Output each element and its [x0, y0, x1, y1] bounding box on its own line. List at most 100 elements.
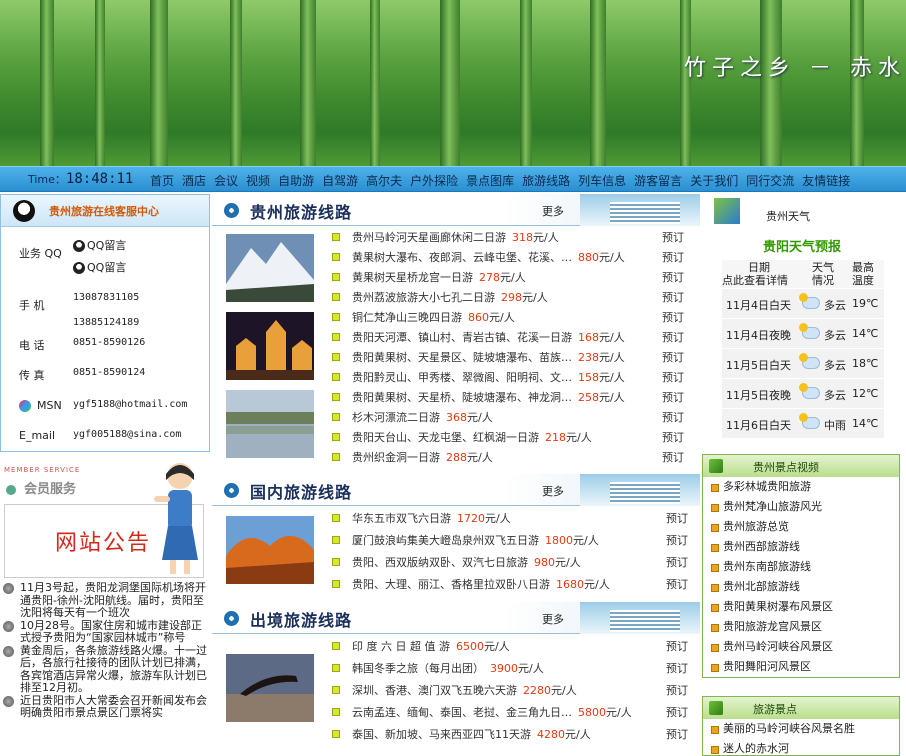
- spot-link[interactable]: 迷人的赤水河: [703, 739, 899, 755]
- news-item[interactable]: 黄金周后，各条旅游线路火爆。十一过后，各旅行社接待的团队计划已排满，各宾馆酒店异…: [0, 644, 210, 695]
- trip-link[interactable]: 铜仁梵净山三晚四日游 860元/人: [352, 308, 515, 328]
- book-link[interactable]: 预订: [662, 428, 684, 448]
- book-link[interactable]: 预订: [662, 308, 684, 328]
- video-link[interactable]: 贵州梵净山旅游风光: [703, 497, 899, 517]
- news-item[interactable]: 10月28号。国家住房和城市建设部正式授予贵阳为“国家园林城市”称号: [0, 619, 210, 645]
- weather-date[interactable]: 11月4日夜晚: [726, 327, 791, 343]
- weather-detail-link[interactable]: 点此查看详情: [722, 274, 788, 287]
- book-link[interactable]: 预订: [662, 248, 684, 268]
- book-link[interactable]: 预订: [666, 508, 688, 530]
- nav-item[interactable]: 自助游: [278, 172, 314, 189]
- nav-item[interactable]: 高尔夫: [366, 172, 402, 189]
- weather-date[interactable]: 11月6日白天: [726, 417, 791, 433]
- trip-row: 铜仁梵净山三晚四日游 860元/人 预订: [332, 308, 692, 328]
- trip-link[interactable]: 贵阳天河潭、镇山村、青岩古镇、花溪一日游 168元/人: [352, 328, 625, 348]
- trip-link[interactable]: 泰国、新加坡、马来西亚四飞11天游 4280元/人: [352, 724, 591, 746]
- trip-link[interactable]: 贵州织金洞一日游 288元/人: [352, 448, 493, 468]
- member-service-title[interactable]: 会员服务: [24, 482, 76, 497]
- more-link[interactable]: 更多: [542, 203, 564, 219]
- book-link[interactable]: 预订: [662, 388, 684, 408]
- news-item[interactable]: 近日贵阳市人大常委会召开新闻发布会明确贵阳市景点景区门票将实: [0, 694, 210, 720]
- nav-item[interactable]: 首页: [150, 172, 174, 189]
- trip-link[interactable]: 印 度 六 日 超 值 游 6500元/人: [352, 636, 510, 658]
- book-link[interactable]: 预订: [662, 288, 684, 308]
- weather-label: 贵州天气: [766, 210, 810, 223]
- trip-row: 韩国冬季之旅（每月出团） 3900元/人 预订: [332, 658, 692, 680]
- more-link[interactable]: 更多: [542, 611, 564, 627]
- nav-item[interactable]: 同行交流: [746, 172, 794, 189]
- video-link[interactable]: 贵阳旅游龙宫风景区: [703, 617, 899, 637]
- trip-link[interactable]: 深圳、香港、澳门双飞五晚六天游 2280元/人: [352, 680, 577, 702]
- news-item[interactable]: 11月3号起，贵阳龙洞堡国际机场将开通贵阳-徐州-沈阳航线。届时，贵阳至沈阳将每…: [0, 582, 210, 620]
- weather-row: 11月6日白天 中雨 14℃: [722, 408, 884, 438]
- trip-link[interactable]: 杉木河漂流二日游 368元/人: [352, 408, 493, 428]
- book-link[interactable]: 预订: [666, 702, 688, 724]
- video-link[interactable]: 贵阳黄果树瀑布风景区: [703, 597, 899, 617]
- video-link[interactable]: 贵州北部旅游线: [703, 577, 899, 597]
- book-link[interactable]: 预订: [666, 724, 688, 746]
- video-link[interactable]: 多彩林城贵阳旅游: [703, 477, 899, 497]
- nav-item[interactable]: 景点图库: [466, 172, 514, 189]
- trip-link[interactable]: 云南孟连、缅甸、泰国、老挝、金三角九日… 5800元/人: [352, 702, 632, 724]
- nav-item[interactable]: 户外探险: [410, 172, 458, 189]
- video-link[interactable]: 贵州西部旅游线: [703, 537, 899, 557]
- book-link[interactable]: 预订: [666, 636, 688, 658]
- book-link[interactable]: 预订: [666, 658, 688, 680]
- book-link[interactable]: 预订: [662, 368, 684, 388]
- trip-link[interactable]: 韩国冬季之旅（每月出团） 3900元/人: [352, 658, 544, 680]
- nav-item[interactable]: 酒店: [182, 172, 206, 189]
- book-link[interactable]: 预订: [666, 574, 688, 596]
- book-link[interactable]: 预订: [662, 448, 684, 468]
- trip-list-domestic: 华东五市双飞六日游 1720元/人 预订 厦门鼓浪屿集美大嶝岛泉州双飞五日游 1800元…: [332, 508, 692, 596]
- book-link[interactable]: 预订: [662, 268, 684, 288]
- trip-link[interactable]: 贵阳、西双版纳双卧、双汽七日旅游 980元/人: [352, 552, 581, 574]
- nav-item[interactable]: 关于我们: [690, 172, 738, 189]
- nav-item[interactable]: 列车信息: [578, 172, 626, 189]
- trip-link[interactable]: 贵州马岭河天星画廊休闲二日游 318元/人: [352, 228, 559, 248]
- trip-link[interactable]: 贵阳黄果树、天星景区、陡坡塘瀑布、苗族… 238元/人: [352, 348, 625, 368]
- trip-link[interactable]: 贵州荔波旅游大小七孔二日游 298元/人: [352, 288, 548, 308]
- trip-link[interactable]: 贵阳、大理、丽江、香格里拉双卧八日游 1680元/人: [352, 574, 610, 596]
- book-link[interactable]: 预订: [662, 328, 684, 348]
- book-link[interactable]: 预订: [662, 408, 684, 428]
- video-link[interactable]: 贵州马岭河峡谷风景区: [703, 637, 899, 657]
- trip-price: 298: [501, 291, 522, 304]
- price-unit: 元/人: [599, 391, 625, 404]
- weather-temp: 18℃: [852, 357, 879, 370]
- weather-date[interactable]: 11月5日夜晚: [726, 387, 791, 403]
- trip-link[interactable]: 贵阳天台山、天龙屯堡、红枫湖一日游 218元/人: [352, 428, 592, 448]
- video-link[interactable]: 贵阳舞阳河风景区: [703, 657, 899, 677]
- trip-link[interactable]: 华东五市双飞六日游 1720元/人: [352, 508, 511, 530]
- book-link[interactable]: 预订: [666, 552, 688, 574]
- trip-price: 1680: [556, 578, 584, 591]
- email-address[interactable]: ygf005188@sina.com: [73, 429, 181, 440]
- book-link[interactable]: 预订: [662, 228, 684, 248]
- more-link[interactable]: 更多: [542, 483, 564, 499]
- trip-link[interactable]: 黄果树天星桥龙宫一日游 278元/人: [352, 268, 526, 288]
- nav-item[interactable]: 视频: [246, 172, 270, 189]
- trip-price: 5800: [578, 706, 606, 719]
- book-link[interactable]: 预订: [666, 680, 688, 702]
- weather-date[interactable]: 11月4日白天: [726, 297, 791, 313]
- trip-link[interactable]: 贵阳黄果树、天星桥、陡坡塘瀑布、神龙洞… 258元/人: [352, 388, 625, 408]
- spot-link[interactable]: 美丽的马岭河峡谷风景名胜: [703, 719, 899, 739]
- customer-service-panel: 贵州旅游在线客服中心 业务 QQ QQ留言 QQ留言 手 机 130878311…: [0, 194, 210, 452]
- nav-item[interactable]: 旅游线路: [522, 172, 570, 189]
- book-link[interactable]: 预订: [662, 348, 684, 368]
- trip-link[interactable]: 贵阳黔灵山、甲秀楼、翠微阁、阳明祠、文… 158元/人: [352, 368, 625, 388]
- nav-item[interactable]: 友情链接: [802, 172, 850, 189]
- trip-price: 880: [578, 251, 599, 264]
- lake-reflection-photo: [226, 390, 314, 458]
- nav-item[interactable]: 会议: [214, 172, 238, 189]
- book-link[interactable]: 预订: [666, 530, 688, 552]
- trip-link[interactable]: 黄果树大瀑布、夜郎洞、云峰屯堡、花溪、… 880元/人: [352, 248, 625, 268]
- cloud-icon: [799, 323, 820, 339]
- qq-message-link[interactable]: QQ留言: [73, 235, 126, 257]
- video-link[interactable]: 贵州东南部旅游线: [703, 557, 899, 577]
- qq-message-link[interactable]: QQ留言: [73, 257, 126, 279]
- nav-item[interactable]: 游客留言: [634, 172, 682, 189]
- nav-item[interactable]: 自驾游: [322, 172, 358, 189]
- trip-link[interactable]: 厦门鼓浪屿集美大嶝岛泉州双飞五日游 1800元/人: [352, 530, 599, 552]
- weather-date[interactable]: 11月5日白天: [726, 357, 791, 373]
- video-link[interactable]: 贵州旅游总览: [703, 517, 899, 537]
